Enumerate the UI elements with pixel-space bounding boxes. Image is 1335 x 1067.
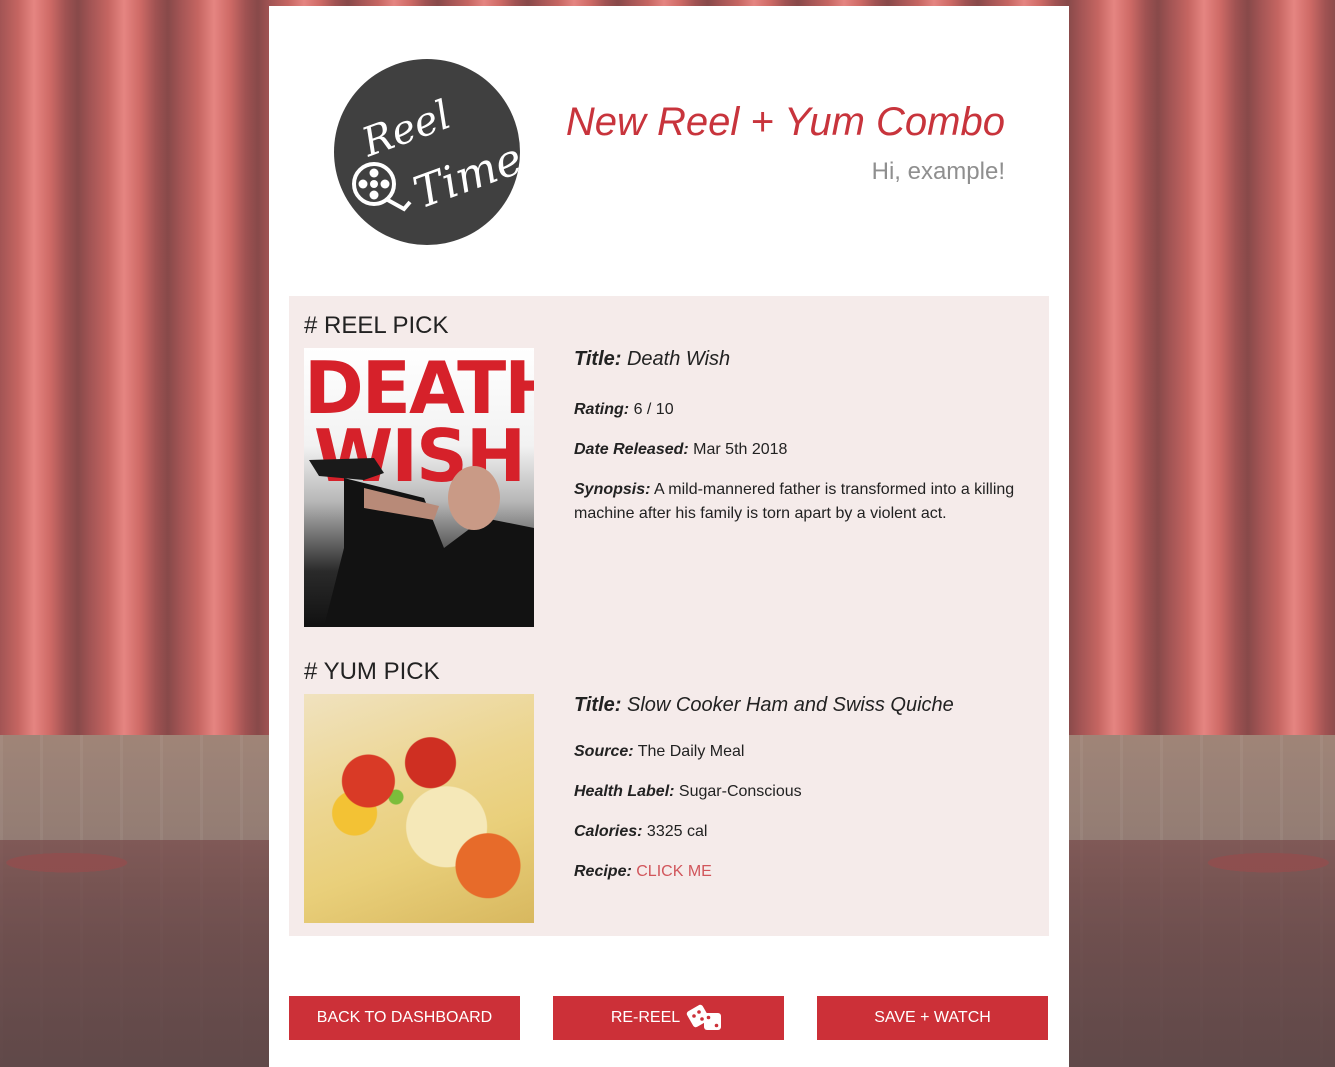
combo-card: Reel Time New Reel + Yum Combo Hi, examp… — [269, 6, 1069, 1067]
dice-icon — [686, 1004, 722, 1030]
user-greeting: Hi, example! — [871, 158, 1005, 185]
movie-title-value: Death Wish — [626, 348, 731, 370]
back-button-label: BACK TO DASHBOARD — [316, 1009, 493, 1026]
source-value: The Daily Meal — [637, 743, 745, 760]
film-reel-icon — [352, 162, 412, 212]
picks-panel: # REEL PICK DEATH WISH Title: Death Wish… — [289, 296, 1049, 936]
rating-label: Rating: — [574, 401, 630, 418]
movie-rating: Rating: 6 / 10 — [574, 398, 1034, 422]
recipe-image — [304, 694, 534, 923]
movie-poster: DEATH WISH — [304, 348, 534, 627]
reel-pick-heading: # REEL PICK — [304, 312, 449, 339]
released-label: Date Released: — [574, 441, 689, 458]
reel-time-logo: Reel Time — [334, 59, 520, 245]
movie-title: Title: Death Wish — [574, 348, 1034, 371]
yum-pick-heading: # YUM PICK — [304, 658, 440, 685]
recipe-source: Source: The Daily Meal — [574, 740, 1034, 764]
source-label: Source: — [574, 743, 634, 760]
released-value: Mar 5th 2018 — [693, 441, 788, 458]
back-to-dashboard-button[interactable]: BACK TO DASHBOARD — [289, 996, 520, 1040]
logo-text-reel: Reel — [355, 92, 456, 166]
recipe-label: Recipe: — [574, 863, 632, 880]
movie-synopsis: Synopsis: A mild-mannered father is tran… — [574, 478, 1034, 526]
re-reel-button[interactable]: RE-REEL — [553, 996, 784, 1040]
recipe-title: Title: Slow Cooker Ham and Swiss Quiche — [574, 694, 1034, 717]
recipe-details: Title: Slow Cooker Ham and Swiss Quiche … — [574, 694, 1034, 880]
recipe-link-row: Recipe: CLICK ME — [574, 860, 1034, 884]
rereel-button-label: RE-REEL — [610, 1009, 681, 1026]
recipe-title-label: Title: — [574, 694, 622, 716]
recipe-title-value: Slow Cooker Ham and Swiss Quiche — [626, 694, 954, 716]
calories-value: 3325 cal — [646, 823, 708, 840]
save-and-watch-button[interactable]: SAVE + WATCH — [817, 996, 1048, 1040]
health-value: Sugar-Conscious — [678, 783, 802, 800]
page-heading: New Reel + Yum Combo — [566, 100, 1005, 145]
movie-details: Title: Death Wish Rating: 6 / 10 Date Re… — [574, 348, 1034, 522]
save-button-label: SAVE + WATCH — [874, 1009, 991, 1026]
rating-value: 6 / 10 — [633, 401, 674, 418]
synopsis-label: Synopsis: — [574, 481, 651, 498]
health-label: Health Label: — [574, 783, 675, 800]
recipe-link[interactable]: CLICK ME — [636, 863, 712, 880]
recipe-calories: Calories: 3325 cal — [574, 820, 1034, 844]
page-title: New Reel + Yum Combo — [565, 100, 1005, 144]
recipe-health-label: Health Label: Sugar-Conscious — [574, 780, 1034, 804]
calories-label: Calories: — [574, 823, 643, 840]
movie-release-date: Date Released: Mar 5th 2018 — [574, 438, 1034, 462]
movie-title-label: Title: — [574, 348, 622, 370]
